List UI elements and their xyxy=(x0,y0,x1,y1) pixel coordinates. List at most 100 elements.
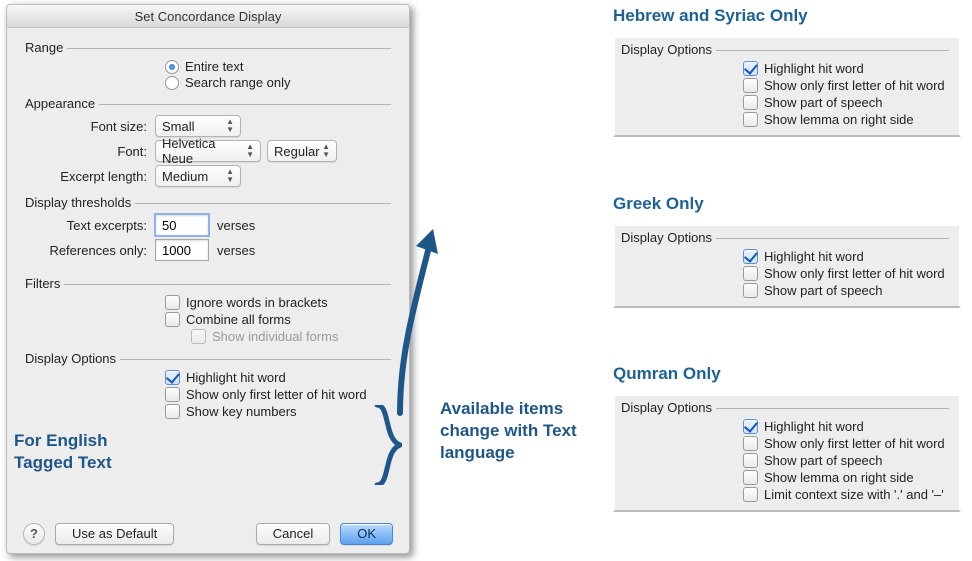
range-group: Range Entire text Search range only xyxy=(7,28,409,90)
excerpt-length-select[interactable]: Medium ▲▼ xyxy=(155,165,241,187)
references-only-input[interactable] xyxy=(155,239,209,261)
check-label: Show part of speech xyxy=(764,453,883,468)
chevron-updown-icon: ▲▼ xyxy=(226,118,234,134)
verses-suffix: verses xyxy=(217,218,255,233)
font-select[interactable]: Helvetica Neue ▲▼ xyxy=(155,140,261,162)
range-legend: Range xyxy=(25,40,391,55)
heading-greek: Greek Only xyxy=(613,194,704,214)
check-label: Show only first letter of hit word xyxy=(764,436,945,451)
panel-options-list: Highlight hit word Show only first letter… xyxy=(621,249,953,298)
checkbox-icon xyxy=(743,61,758,76)
panel-hebrew: Display Options Highlight hit word Show o… xyxy=(613,36,961,137)
checkbox-icon xyxy=(165,404,180,419)
check-option[interactable]: Show only first letter of hit word xyxy=(743,266,953,281)
check-option[interactable]: Show part of speech xyxy=(743,283,953,298)
checkbox-icon xyxy=(191,329,206,344)
font-size-label: Font size: xyxy=(25,119,155,134)
chevron-updown-icon: ▲▼ xyxy=(322,143,330,159)
help-button[interactable]: ? xyxy=(23,523,45,545)
references-only-label: References only: xyxy=(25,243,155,258)
checkbox-icon xyxy=(743,436,758,451)
check-option[interactable]: Show lemma on right side xyxy=(743,470,953,485)
check-ignore-brackets[interactable]: Ignore words in brackets xyxy=(165,295,391,310)
radio-icon xyxy=(165,76,179,90)
checkbox-icon xyxy=(165,312,180,327)
filters-group: Filters Ignore words in brackets Combine… xyxy=(7,264,409,344)
checkbox-icon xyxy=(165,295,180,310)
panel-legend: Display Options xyxy=(621,230,953,245)
check-label: Show part of speech xyxy=(764,283,883,298)
cancel-button[interactable]: Cancel xyxy=(256,523,330,545)
dialog-title: Set Concordance Display xyxy=(7,5,409,28)
panel-legend: Display Options xyxy=(621,42,953,57)
check-option[interactable]: Show lemma on right side xyxy=(743,112,953,127)
checkbox-icon xyxy=(743,266,758,281)
check-key-numbers[interactable]: Show key numbers xyxy=(165,404,391,419)
check-label: Highlight hit word xyxy=(764,419,864,434)
check-first-letter[interactable]: Show only first letter of hit word xyxy=(165,387,391,402)
chevron-updown-icon: ▲▼ xyxy=(226,168,234,184)
font-label: Font: xyxy=(25,144,155,159)
appearance-group: Appearance Font size: Small ▲▼ Font: Hel… xyxy=(7,91,409,187)
check-combine-forms[interactable]: Combine all forms xyxy=(165,312,391,327)
thresholds-group: Display thresholds Text excerpts: verses… xyxy=(7,190,409,261)
check-show-individual: Show individual forms xyxy=(25,329,391,344)
checkbox-icon xyxy=(743,95,758,110)
checkbox-icon xyxy=(743,453,758,468)
thresholds-legend: Display thresholds xyxy=(25,195,391,210)
panel-options-list: Highlight hit word Show only first letter… xyxy=(621,61,953,127)
check-label: Show lemma on right side xyxy=(764,470,914,485)
check-label: Show only first letter of hit word xyxy=(764,78,945,93)
checkbox-icon xyxy=(743,249,758,264)
checkbox-icon xyxy=(743,419,758,434)
check-option[interactable]: Highlight hit word xyxy=(743,419,953,434)
checkbox-icon xyxy=(743,283,758,298)
check-option[interactable]: Show part of speech xyxy=(743,453,953,468)
check-label: Highlight hit word xyxy=(764,61,864,76)
panel-qumran: Display Options Highlight hit word Show o… xyxy=(613,394,961,512)
panel-greek: Display Options Highlight hit word Show o… xyxy=(613,224,961,308)
check-option[interactable]: Highlight hit word xyxy=(743,249,953,264)
checkbox-icon xyxy=(743,112,758,127)
text-excerpts-label: Text excerpts: xyxy=(25,218,155,233)
annotation-english-tagged: For English Tagged Text xyxy=(14,430,124,474)
checkbox-icon xyxy=(743,78,758,93)
check-option[interactable]: Show only first letter of hit word xyxy=(743,436,953,451)
check-option[interactable]: Show part of speech xyxy=(743,95,953,110)
ok-button[interactable]: OK xyxy=(340,523,393,545)
font-style-select[interactable]: Regular ▲▼ xyxy=(267,140,337,162)
radio-label: Entire text xyxy=(185,59,244,74)
checkbox-icon xyxy=(743,470,758,485)
radio-label: Search range only xyxy=(185,75,291,90)
font-size-select[interactable]: Small ▲▼ xyxy=(155,115,241,137)
annotation-available-items: Available items change with Text languag… xyxy=(440,398,605,464)
dialog-footer: ? Use as Default Cancel OK xyxy=(7,523,409,545)
panel-legend: Display Options xyxy=(621,400,953,415)
heading-qumran: Qumran Only xyxy=(613,364,721,384)
use-as-default-button[interactable]: Use as Default xyxy=(55,523,174,545)
chevron-updown-icon: ▲▼ xyxy=(246,143,254,159)
radio-search-range-only[interactable]: Search range only xyxy=(165,75,391,90)
display-options-legend: Display Options xyxy=(25,351,391,366)
radio-icon xyxy=(165,60,179,74)
check-label: Highlight hit word xyxy=(764,249,864,264)
checkbox-icon xyxy=(165,387,180,402)
excerpt-length-label: Excerpt length: xyxy=(25,169,155,184)
panel-options-list: Highlight hit word Show only first letter… xyxy=(621,419,953,502)
brace-icon xyxy=(372,405,402,485)
appearance-legend: Appearance xyxy=(25,96,391,111)
text-excerpts-input[interactable] xyxy=(155,214,209,236)
check-label: Show lemma on right side xyxy=(764,112,914,127)
check-highlight-hit[interactable]: Highlight hit word xyxy=(165,370,391,385)
check-label: Show only first letter of hit word xyxy=(764,266,945,281)
check-option[interactable]: Limit context size with '.' and '–' xyxy=(743,487,953,502)
checkbox-icon xyxy=(165,370,180,385)
radio-entire-text[interactable]: Entire text xyxy=(165,59,391,74)
check-option[interactable]: Show only first letter of hit word xyxy=(743,78,953,93)
check-label: Show part of speech xyxy=(764,95,883,110)
check-option[interactable]: Highlight hit word xyxy=(743,61,953,76)
display-options-group: Display Options Highlight hit word Show … xyxy=(7,346,409,419)
verses-suffix: verses xyxy=(217,243,255,258)
filters-legend: Filters xyxy=(25,276,391,291)
heading-hebrew: Hebrew and Syriac Only xyxy=(613,6,808,26)
